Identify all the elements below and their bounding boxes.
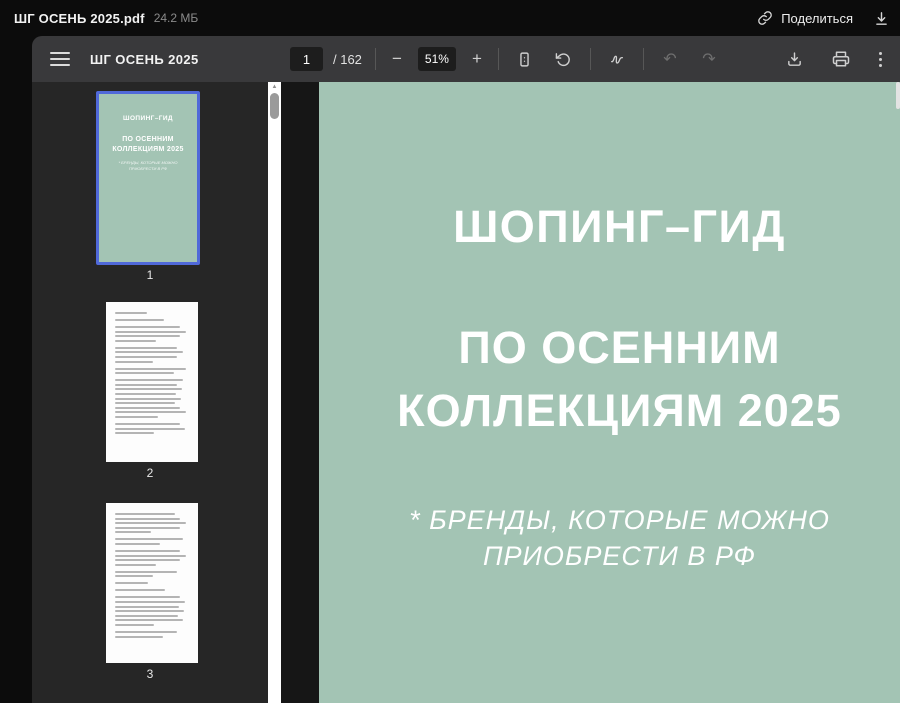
screen: ШГ ОСЕНЬ 2025.pdf 24.2 МБ Поделиться — [0, 0, 900, 703]
print-icon[interactable] — [828, 45, 854, 73]
thumbnail-3-number: 3 — [32, 667, 268, 681]
slide-title: ШОПИНГ–ГИД — [319, 201, 900, 253]
viewer-content: ШОПИНГ–ГИД ПО ОСЕННИМ КОЛЛЕКЦИЯМ 2025 * … — [32, 82, 900, 703]
toolbar-center-controls: / 162 − 51% + — [290, 36, 722, 82]
share-button[interactable]: Поделиться — [757, 10, 853, 26]
thumbnail-page-2[interactable] — [106, 302, 198, 462]
page-number-input[interactable] — [290, 47, 323, 71]
download-file-button[interactable] — [873, 10, 890, 27]
topbar-actions: Поделиться — [757, 10, 890, 27]
sidebar-scrollbar[interactable]: ▲ — [268, 82, 281, 703]
thumbnail-2-number: 2 — [32, 466, 268, 480]
toolbar-separator — [590, 48, 591, 70]
slide-note: * БРЕНДЫ, КОТОРЫЕ МОЖНО ПРИОБРЕСТИ В РФ — [319, 502, 900, 574]
toolbar-separator — [498, 48, 499, 70]
menu-hamburger-icon[interactable] — [50, 51, 70, 67]
document-canvas: ШОПИНГ–ГИД ПО ОСЕННИМ КОЛЛЕКЦИЯМ 2025 * … — [281, 82, 900, 703]
scroll-up-arrow-icon[interactable]: ▲ — [268, 83, 281, 91]
pdf-viewer-window: ШГ ОСЕНЬ 2025 / 162 − 51% + — [32, 36, 900, 703]
download-icon[interactable] — [781, 45, 807, 73]
thumbnail-page-1[interactable]: ШОПИНГ–ГИД ПО ОСЕННИМ КОЛЛЕКЦИЯМ 2025 * … — [96, 91, 200, 265]
document-title: ШГ ОСЕНЬ 2025 — [90, 36, 199, 82]
toolbar-separator — [375, 48, 376, 70]
mini-slide-note: * БРЕНДЫ, КОТОРЫЕ МОЖНО ПРИОБРЕСТИ В РФ — [99, 160, 197, 171]
thumbnail-selected-frame: ШОПИНГ–ГИД ПО ОСЕННИМ КОЛЛЕКЦИЯМ 2025 * … — [96, 91, 200, 265]
annotate-pen-icon[interactable] — [604, 45, 630, 73]
viewer-toolbar: ШГ ОСЕНЬ 2025 / 162 − 51% + — [32, 36, 900, 82]
zoom-level-value[interactable]: 51% — [418, 47, 456, 71]
document-scrollbar-thumb[interactable] — [896, 82, 900, 109]
thumbnail-page-3[interactable] — [106, 503, 198, 663]
zoom-out-button[interactable]: − — [389, 45, 405, 73]
slide-page-1: ШОПИНГ–ГИД ПО ОСЕННИМ КОЛЛЕКЦИЯМ 2025 * … — [319, 82, 900, 703]
undo-icon[interactable]: ↶ — [657, 45, 683, 73]
page-count-label: / 162 — [333, 52, 362, 67]
toolbar-separator — [643, 48, 644, 70]
slide-heading: ПО ОСЕННИМ КОЛЛЕКЦИЯМ 2025 — [319, 316, 900, 442]
thumb-page-2-lines — [106, 302, 198, 462]
more-options-icon[interactable] — [875, 48, 886, 71]
sidebar-scrollbar-thumb[interactable] — [270, 93, 279, 119]
zoom-in-button[interactable]: + — [469, 45, 485, 73]
thumb-page-3-lines — [106, 503, 198, 663]
redo-icon[interactable]: ↷ — [696, 45, 722, 73]
toolbar-right-controls — [781, 36, 886, 82]
mini-slide-heading: ПО ОСЕННИМ КОЛЛЕКЦИЯМ 2025 — [99, 135, 197, 155]
browser-topbar: ШГ ОСЕНЬ 2025.pdf 24.2 МБ Поделиться — [0, 0, 900, 36]
share-label: Поделиться — [781, 11, 853, 26]
rotate-page-icon[interactable] — [551, 45, 577, 73]
mini-slide-title: ШОПИНГ–ГИД — [99, 115, 197, 122]
file-name: ШГ ОСЕНЬ 2025.pdf — [14, 11, 145, 26]
thumbnails-sidebar: ШОПИНГ–ГИД ПО ОСЕННИМ КОЛЛЕКЦИЯМ 2025 * … — [32, 82, 268, 703]
thumbnail-page-1-preview: ШОПИНГ–ГИД ПО ОСЕННИМ КОЛЛЕКЦИЯМ 2025 * … — [99, 94, 197, 262]
page-view-mode-icon[interactable] — [512, 45, 538, 73]
link-icon — [757, 10, 773, 26]
thumbnail-1-number: 1 — [32, 268, 268, 282]
file-size: 24.2 МБ — [154, 11, 199, 25]
